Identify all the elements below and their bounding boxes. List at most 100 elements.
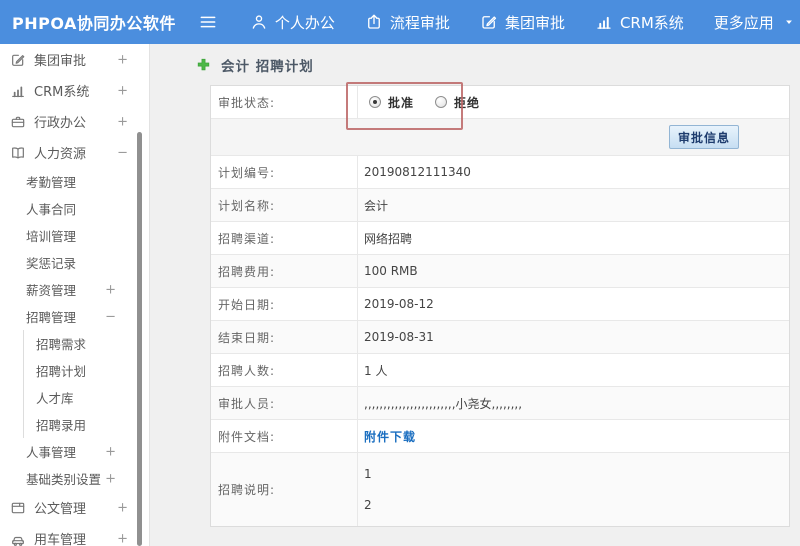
sidebar-item-label: 人力资源 — [34, 147, 87, 162]
radio-label-approve: 批准 — [388, 95, 415, 110]
approval-status-options: 批准 拒绝 — [358, 86, 789, 118]
radio-label-reject: 拒绝 — [454, 95, 481, 110]
main-content: 会计 招聘计划 审批状态: 批准 拒绝 审批信息 计划编号: 20190812111340… — [150, 44, 800, 546]
edit-icon — [480, 13, 498, 31]
detail-form-panel: 审批状态: 批准 拒绝 审批信息 计划编号: 20190812111340 计划名称: 会计招… — [210, 85, 790, 527]
sidebar-item-document-mgmt[interactable]: 公文管理 + — [0, 492, 149, 523]
expand-icon[interactable]: + — [117, 531, 128, 546]
page-title: 会计 招聘计划 — [221, 58, 314, 75]
chart-icon — [595, 13, 613, 31]
collapse-icon[interactable]: − — [117, 145, 128, 160]
sidebar-item-talent-pool[interactable]: 人才库 — [23, 384, 149, 411]
field-label-end-date: 结束日期: — [211, 321, 358, 353]
sidebar-item-label: 招聘管理 — [26, 310, 77, 325]
sidebar-item-attendance-mgmt[interactable]: 考勤管理 — [0, 168, 149, 195]
field-value-approvers: ,,,,,,,,,,,,,,,,,,,,,,,,小尧女,,,,,,,, — [364, 396, 523, 411]
approval-info-button[interactable]: 审批信息 — [668, 125, 739, 149]
field-label-recruit-count: 招聘人数: — [211, 354, 358, 386]
sidebar-item-personnel-mgmt[interactable]: 人事管理 + — [0, 438, 149, 465]
expand-icon[interactable]: + — [105, 282, 116, 297]
expand-icon[interactable]: + — [105, 444, 116, 459]
sidebar-item-label: 招聘需求 — [36, 337, 87, 352]
sidebar-item-label: 人才库 — [36, 391, 74, 406]
form-row-plan-name: 计划名称: 会计 — [211, 189, 789, 222]
form-row-recruit-channel: 招聘渠道: 网络招聘 — [211, 222, 789, 255]
sidebar-item-label: CRM系统 — [34, 85, 90, 100]
nav-item-more-apps[interactable]: 更多应用 — [714, 12, 796, 33]
sidebar-item-label: 用车管理 — [34, 533, 87, 546]
nav-item-crm-system[interactable]: CRM系统 — [595, 12, 684, 33]
attachment-download-link[interactable]: 附件下载 — [364, 428, 416, 445]
sidebar-item-recruit-mgmt[interactable]: 招聘管理 − — [0, 303, 149, 330]
nav-item-label: 更多应用 — [713, 13, 774, 32]
expand-icon[interactable]: + — [117, 52, 128, 67]
sidebar-item-reward-punishment[interactable]: 奖惩记录 — [0, 249, 149, 276]
app-title: PHPOA协同办公软件 — [12, 14, 176, 33]
form-row-approve-button: 审批信息 — [211, 119, 789, 156]
field-value-plan-number: 20190812111340 — [364, 165, 471, 179]
field-label-attachment: 附件文档: — [211, 420, 358, 452]
nav-item-personal-office[interactable]: 个人办公 — [250, 12, 335, 33]
expand-icon[interactable]: + — [117, 500, 128, 515]
field-value-recruit-cost: 100 RMB — [364, 264, 418, 278]
field-label-recruit-channel: 招聘渠道: — [211, 222, 358, 254]
radio-option-approve[interactable]: 批准 — [369, 94, 414, 111]
field-label-approval-status: 审批状态: — [211, 86, 358, 118]
field-value-recruit-channel: 网络招聘 — [364, 231, 413, 246]
field-value-start-date: 2019-08-12 — [364, 297, 434, 311]
radio-approve-selected[interactable] — [369, 96, 381, 108]
form-row-recruit-cost: 招聘费用: 100 RMB — [211, 255, 789, 288]
sidebar-item-label: 考勤管理 — [26, 175, 77, 190]
field-value-plan-name: 会计 — [364, 198, 389, 213]
field-value-recruit-count: 1 人 — [364, 363, 388, 378]
expand-icon[interactable]: + — [105, 471, 116, 486]
briefcase-icon — [10, 114, 26, 130]
form-row-approval-status: 审批状态: 批准 拒绝 — [211, 86, 789, 119]
field-label-start-date: 开始日期: — [211, 288, 358, 320]
sidebar-item-personnel-contract[interactable]: 人事合同 — [0, 195, 149, 222]
expand-icon[interactable]: + — [117, 83, 128, 98]
nav-item-label: CRM系统 — [619, 13, 684, 32]
expand-icon[interactable]: + — [117, 114, 128, 129]
sidebar-item-recruit-plan[interactable]: 招聘计划 — [23, 357, 149, 384]
sidebar-item-label: 培训管理 — [26, 229, 77, 244]
field-value-recruit-description: 12 — [358, 453, 789, 526]
collapse-icon[interactable]: − — [105, 309, 116, 324]
field-value-end-date: 2019-08-31 — [364, 330, 434, 344]
nav-item-group-approval[interactable]: 集团审批 — [480, 12, 565, 33]
sidebar-item-label: 人事管理 — [26, 445, 77, 460]
form-row-start-date: 开始日期: 2019-08-12 — [211, 288, 789, 321]
form-row-attachment: 附件文档: 附件下载 — [211, 420, 789, 453]
book-icon — [10, 145, 26, 161]
user-icon — [250, 13, 268, 31]
sidebar-item-recruit-hiring[interactable]: 招聘录用 — [23, 411, 149, 438]
field-label-approvers: 审批人员: — [211, 387, 358, 419]
sidebar-item-label: 公文管理 — [34, 502, 87, 517]
page-title-row: 会计 招聘计划 — [150, 44, 800, 85]
sidebar-item-admin-office[interactable]: 行政办公 + — [0, 106, 149, 137]
sidebar-item-vehicle-mgmt[interactable]: 用车管理 + — [0, 523, 149, 546]
sidebar-item-training-mgmt[interactable]: 培训管理 — [0, 222, 149, 249]
sidebar-item-group-approval[interactable]: 集团审批 + — [0, 44, 149, 75]
nav-item-label: 集团审批 — [504, 13, 565, 32]
topbar: PHPOA协同办公软件 个人办公 流程审批 集团审批 CRM系统 更多应用 — [0, 0, 800, 44]
description-line: 1 — [364, 466, 372, 481]
sidebar-item-recruit-demand[interactable]: 招聘需求 — [23, 330, 149, 357]
sidebar-item-crm-system[interactable]: CRM系统 + — [0, 75, 149, 106]
sidebar-item-label: 基础类别设置 — [26, 472, 102, 487]
field-value-attachment: 附件下载 — [358, 420, 789, 452]
sidebar-scrollbar-thumb[interactable] — [137, 132, 142, 546]
sidebar-item-human-resources[interactable]: 人力资源 − — [0, 137, 149, 168]
sidebar-item-label: 招聘录用 — [36, 418, 87, 433]
nav-item-label: 流程审批 — [389, 13, 450, 32]
add-icon[interactable] — [196, 57, 211, 72]
sidebar-item-salary-mgmt[interactable]: 薪资管理 + — [0, 276, 149, 303]
radio-reject[interactable] — [435, 96, 448, 108]
description-line: 2 — [364, 497, 372, 512]
nav-item-process-approval[interactable]: 流程审批 — [365, 12, 450, 33]
radio-option-reject[interactable]: 拒绝 — [435, 94, 480, 111]
sidebar-item-label: 奖惩记录 — [26, 256, 77, 271]
sidebar-item-basic-category-settings[interactable]: 基础类别设置 + — [0, 465, 149, 492]
menu-icon[interactable] — [198, 12, 218, 32]
field-label-plan-name: 计划名称: — [211, 189, 358, 221]
